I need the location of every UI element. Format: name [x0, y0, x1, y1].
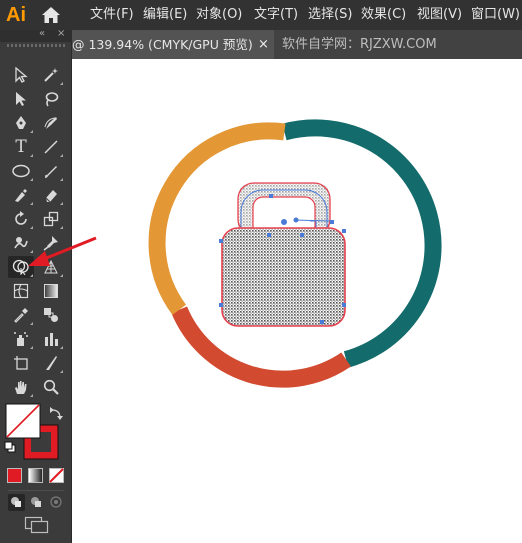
line-segment-tool-icon[interactable]: [38, 136, 64, 158]
home-icon[interactable]: [41, 6, 61, 24]
shaper-tool-icon[interactable]: [8, 184, 34, 206]
default-fill-stroke-icon[interactable]: [4, 441, 16, 453]
website-watermark-tab[interactable]: 软件自学网：RJZXW.COM: [282, 30, 437, 59]
menu-effect[interactable]: 效果(C): [361, 0, 406, 30]
draw-normal-icon[interactable]: [8, 494, 25, 511]
menu-type[interactable]: 文字(T): [254, 0, 298, 30]
color-mode-button[interactable]: [7, 468, 22, 483]
fill-stroke-control: [4, 403, 63, 460]
artboard-tool-icon[interactable]: [8, 352, 34, 374]
selection-tool-icon[interactable]: [8, 64, 34, 86]
artboard-canvas[interactable]: [72, 59, 522, 543]
close-tab-icon[interactable]: ×: [258, 30, 269, 59]
gradient-tool-icon[interactable]: [38, 280, 64, 302]
zoom-tool-icon[interactable]: [38, 376, 64, 398]
close-panel-icon[interactable]: ×: [57, 28, 65, 39]
document-tab-bar: @ 139.94% (CMYK/GPU 预览) × 软件自学网：RJZXW.CO…: [72, 30, 522, 59]
tools-panel-header: « ×: [0, 28, 72, 42]
ellipse-tool-icon[interactable]: [8, 160, 34, 182]
tools-panel: « × T: [0, 28, 72, 543]
menu-view[interactable]: 视图(V): [417, 0, 462, 30]
document-tab[interactable]: @ 139.94% (CMYK/GPU 预览) ×: [72, 30, 274, 59]
direct-selection-tool-icon[interactable]: [8, 88, 34, 110]
menu-bar: Ai 文件(F) 编辑(E) 对象(O) 文字(T) 选择(S) 效果(C) 视…: [0, 0, 522, 30]
hand-tool-icon[interactable]: [8, 376, 34, 398]
menu-edit[interactable]: 编辑(E): [143, 0, 187, 30]
rotate-tool-icon[interactable]: [8, 208, 34, 230]
mesh-tool-icon[interactable]: [8, 280, 34, 302]
menu-object[interactable]: 对象(O): [196, 0, 242, 30]
perspective-grid-tool-icon[interactable]: [38, 256, 64, 278]
menu-file[interactable]: 文件(F): [90, 0, 134, 30]
eraser-tool-icon[interactable]: [38, 184, 64, 206]
type-tool-glyph: T: [15, 137, 27, 157]
screen-mode-icon[interactable]: [24, 516, 50, 534]
lock-body[interactable]: [221, 227, 346, 327]
pen-tool-icon[interactable]: [8, 112, 34, 134]
gradient-mode-button[interactable]: [28, 468, 43, 483]
shape-builder-tool-icon[interactable]: [8, 256, 34, 278]
puppet-warp-tool-icon[interactable]: [38, 232, 64, 254]
warp-tool-icon[interactable]: [8, 232, 34, 254]
paintbrush-tool-icon[interactable]: [38, 160, 64, 182]
fill-swatch[interactable]: [5, 403, 41, 439]
illustrator-logo: Ai: [6, 4, 26, 26]
drawing-modes: [8, 494, 62, 511]
draw-inside-icon[interactable]: [50, 496, 62, 508]
symbol-sprayer-tool-icon[interactable]: [8, 328, 34, 350]
eyedropper-tool-icon[interactable]: [8, 304, 34, 326]
document-tab-title: @ 139.94% (CMYK/GPU 预览): [72, 37, 253, 52]
none-mode-button[interactable]: [49, 468, 64, 483]
blend-tool-icon[interactable]: [38, 304, 64, 326]
scale-tool-icon[interactable]: [38, 208, 64, 230]
menu-window[interactable]: 窗口(W): [471, 0, 520, 30]
lock-icon-artwork: [148, 119, 442, 388]
magic-wand-tool-icon[interactable]: [38, 64, 64, 86]
toolbar-divider: [8, 490, 64, 491]
panel-grip[interactable]: [7, 44, 65, 47]
lasso-tool-icon[interactable]: [38, 88, 64, 110]
draw-behind-icon[interactable]: [31, 497, 41, 507]
menu-select[interactable]: 选择(S): [308, 0, 352, 30]
slice-tool-icon[interactable]: [38, 352, 64, 374]
curvature-tool-icon[interactable]: [38, 112, 64, 134]
column-graph-tool-icon[interactable]: [38, 328, 64, 350]
type-tool-icon[interactable]: T: [8, 136, 34, 158]
swap-fill-stroke-icon[interactable]: [50, 407, 63, 420]
collapse-panel-icon[interactable]: «: [39, 28, 45, 39]
